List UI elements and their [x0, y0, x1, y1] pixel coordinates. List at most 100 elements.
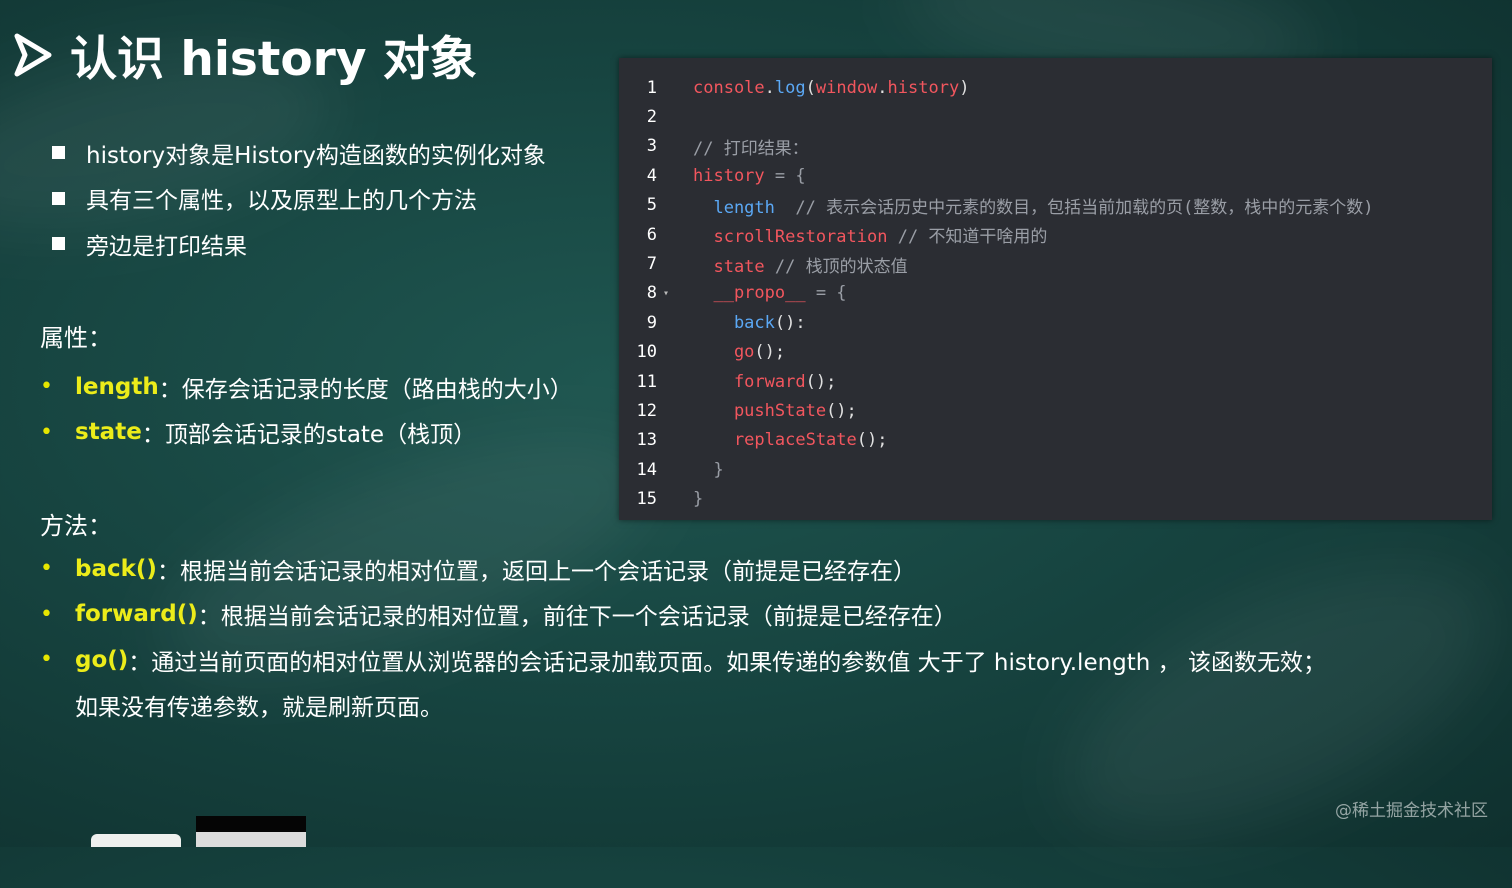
code-line: 14 } [619, 455, 724, 484]
property-description: ：保存会话记录的长度（路由栈的大小） [158, 376, 573, 403]
slide-title: 认识 history 对象 [14, 20, 477, 89]
code-line: 8 ▾ __propo__ = { [619, 279, 847, 308]
code-line-number: 8 [646, 283, 657, 304]
code-line-number: 10 [636, 342, 657, 363]
code-text: scrollRestoration // 不知道干啥用的 [693, 222, 1047, 247]
code-line: 1 console.log(window.history) [619, 73, 970, 102]
intro-bullet-list: history对象是History构造函数的实例化对象 具有三个属性，以及原型上… [52, 130, 546, 267]
code-token: } [693, 489, 704, 510]
code-token: pushState [693, 401, 827, 422]
methods-list: • back() ：根据当前会话记录的相对位置，返回上一个会话记录（前提是已经存… [40, 546, 1326, 728]
code-token: // 栈顶的状态值 [764, 256, 908, 277]
code-token: (): [774, 312, 806, 333]
intro-bullet-text: 旁边是打印结果 [86, 233, 247, 260]
property-keyword: length [75, 373, 159, 400]
code-line-number: 13 [636, 430, 657, 451]
code-block: 1 console.log(window.history) 2 3// 打印结果： 4 h… [619, 58, 1492, 520]
properties-heading: 属性： [40, 324, 112, 352]
method-item: • back() ：根据当前会话记录的相对位置，返回上一个会话记录（前提是已经存… [40, 546, 1326, 592]
code-token: state [693, 256, 765, 277]
square-bullet-icon [52, 146, 65, 160]
code-line: 13 replaceState(); [619, 426, 888, 455]
code-text: history = { [693, 166, 806, 186]
code-token: . [877, 77, 888, 98]
code-line-number: 11 [636, 371, 657, 392]
method-description: ：根据当前会话记录的相对位置，前往下一个会话记录（前提是已经存在） [197, 604, 957, 631]
code-token: (); [805, 371, 837, 392]
fold-arrow-icon[interactable]: ▾ [663, 288, 675, 299]
code-line-number: 7 [646, 254, 657, 275]
method-description: ：根据当前会话记录的相对位置，返回上一个会话记录（前提是已经存在） [156, 558, 916, 585]
intro-bullet: history对象是History构造函数的实例化对象 [52, 130, 546, 176]
code-text: } [693, 460, 723, 480]
code-line-number: 12 [636, 401, 657, 422]
intro-bullet: 具有三个属性，以及原型上的几个方法 [52, 176, 546, 222]
code-token: window [815, 77, 878, 98]
code-line: 5 length // 表示会话历史中元素的数目，包括当前加载的页(整数，栈中的… [619, 191, 1374, 220]
watermark: @稀土掘金技术社区 [1335, 801, 1488, 821]
method-item: • go() ：通过当前页面的相对位置从浏览器的会话记录加载页面。如果传递的参数… [40, 637, 1326, 683]
properties-list: • length ：保存会话记录的长度（路由栈的大小） • state ：顶部会… [40, 364, 573, 455]
code-line: 15} [619, 485, 704, 514]
code-line: 11 forward(); [619, 367, 837, 396]
code-line-number: 2 [646, 107, 657, 128]
code-token: = { [805, 283, 847, 304]
code-token: console [693, 77, 765, 98]
dot-bullet-icon: • [40, 647, 53, 673]
code-token: // 表示会话历史中元素的数目，包括当前加载的页(整数，栈中的元素个数) [774, 197, 1374, 218]
code-token: // 打印结果： [693, 138, 809, 159]
code-token: forward [693, 371, 806, 392]
code-token: ) [959, 77, 970, 98]
code-line-number: 3 [646, 136, 657, 157]
code-text: back(): [693, 313, 806, 333]
code-token: __propo__ [693, 283, 806, 304]
property-item: • length ：保存会话记录的长度（路由栈的大小） [40, 364, 573, 410]
code-line: 12 pushState(); [619, 396, 857, 425]
intro-bullet-text: 具有三个属性，以及原型上的几个方法 [86, 188, 477, 215]
code-line-number: 14 [636, 459, 657, 480]
code-token: = { [764, 165, 806, 186]
code-text: forward(); [693, 372, 836, 392]
code-token: // 不知道干啥用的 [887, 227, 1048, 248]
code-text: // 打印结果： [693, 134, 809, 159]
code-text: } [693, 489, 703, 509]
code-text: pushState(); [693, 401, 857, 421]
code-text: go(); [693, 342, 785, 362]
code-line: 4 history = { [619, 161, 806, 190]
code-token: (); [754, 342, 786, 363]
code-line-number: 15 [636, 489, 657, 510]
intro-bullet-text: history对象是History构造函数的实例化对象 [86, 142, 546, 169]
intro-bullet: 旁边是打印结果 [52, 221, 546, 267]
code-text: replaceState(); [693, 430, 888, 451]
method-keyword: back() [75, 555, 157, 582]
method-description: ：通过当前页面的相对位置从浏览器的会话记录加载页面。如果传递的参数值 大于了 h… [128, 649, 1326, 676]
property-item: • state ：顶部会话记录的state（栈顶） [40, 410, 573, 456]
code-line: 3 // 打印结果： [619, 132, 809, 161]
square-bullet-icon [52, 237, 65, 251]
code-line: 7 state // 栈顶的状态值 [619, 249, 908, 278]
code-line-number: 4 [646, 165, 657, 186]
code-line-number: 9 [646, 312, 657, 333]
code-token: go [693, 342, 755, 363]
code-line-number: 6 [646, 224, 657, 245]
method-keyword: go() [75, 646, 129, 673]
method-continuation: 如果没有传递参数，就是刷新页面。 [75, 695, 443, 721]
property-description: ：顶部会话记录的state（栈顶） [141, 422, 477, 449]
code-line: 9 back(): [619, 308, 806, 337]
dot-bullet-icon: • [40, 556, 53, 582]
code-text: state // 栈顶的状态值 [693, 252, 908, 277]
code-token: (); [856, 430, 888, 451]
code-text: __propo__ = { [693, 283, 847, 304]
code-line: 2 [619, 102, 693, 131]
blackboard-eraser [196, 816, 306, 847]
code-line-number: 1 [646, 77, 657, 98]
code-token: history [693, 165, 765, 186]
square-bullet-icon [52, 191, 65, 205]
method-keyword: forward() [75, 601, 198, 628]
code-token: . [764, 77, 775, 98]
methods-heading: 方法： [40, 512, 112, 540]
slide-title-text: 认识 history 对象 [70, 32, 477, 87]
code-token: log [774, 77, 806, 98]
code-token: (); [826, 401, 857, 422]
code-token: history [887, 77, 960, 98]
